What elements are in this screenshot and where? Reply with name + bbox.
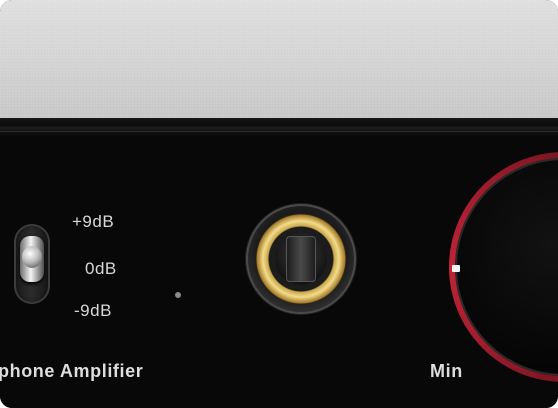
status-led bbox=[175, 292, 181, 298]
seam-highlight bbox=[0, 131, 558, 132]
headphone-jack-insert bbox=[286, 236, 316, 282]
gain-label-high: +9dB bbox=[72, 212, 115, 231]
volume-min-label: Min bbox=[430, 361, 463, 381]
gain-label-mid: 0dB bbox=[85, 259, 117, 278]
gain-toggle-tip bbox=[22, 246, 42, 268]
brushed-aluminum-top bbox=[0, 0, 558, 118]
volume-knob-marker bbox=[452, 265, 460, 272]
section-label: phone Amplifier bbox=[0, 361, 144, 381]
gain-label-low: -9dB bbox=[74, 301, 112, 320]
device-photo: +9dB 0dB -9dB phone Amplifier Min bbox=[0, 0, 558, 408]
panel-seam bbox=[0, 118, 558, 136]
